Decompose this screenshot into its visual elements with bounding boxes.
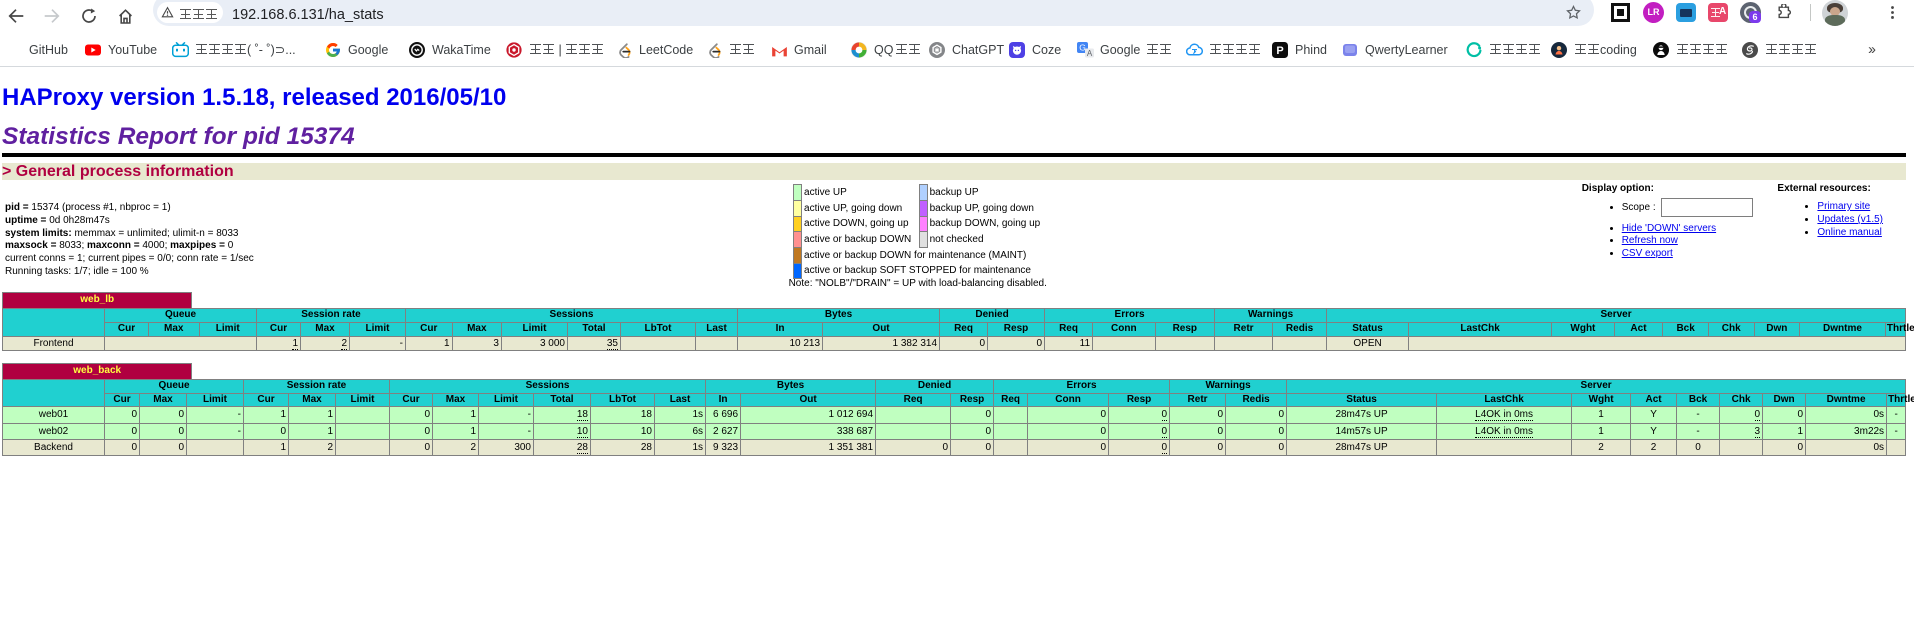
svg-text:G: G [1079, 43, 1086, 53]
svg-text:P: P [1276, 45, 1283, 57]
svg-text:A: A [1087, 49, 1093, 58]
